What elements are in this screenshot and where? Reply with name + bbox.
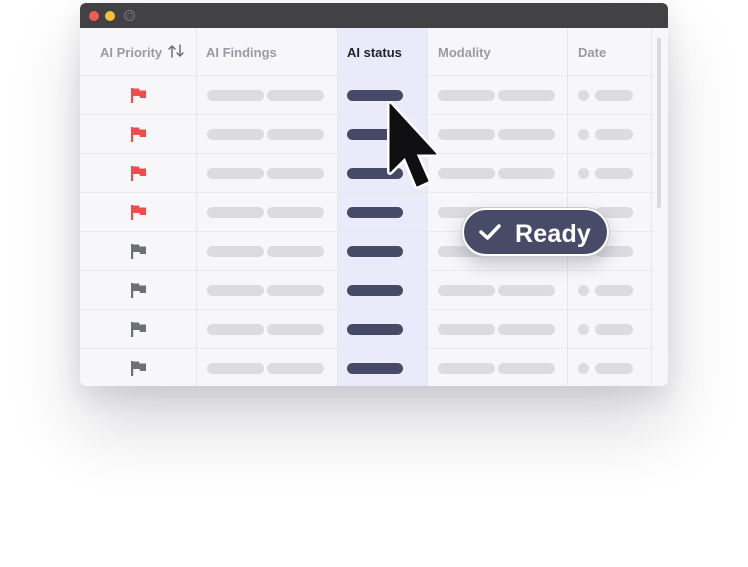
priority-flag-icon [131, 166, 146, 181]
status-badge-ready: Ready [462, 208, 609, 256]
status-badge-label: Ready [515, 220, 592, 248]
check-icon [479, 224, 501, 240]
column-header-date[interactable]: Date [578, 45, 606, 60]
date-placeholder [595, 168, 633, 179]
table-row[interactable] [80, 348, 654, 386]
zoom-window-button[interactable] [124, 10, 135, 21]
findings-placeholder [267, 363, 324, 374]
table-row[interactable] [80, 114, 654, 153]
date-placeholder [595, 90, 633, 101]
date-placeholder-dot [578, 363, 589, 374]
date-placeholder-dot [578, 324, 589, 335]
ai-status-pill [347, 363, 403, 374]
mouse-pointer-icon [387, 101, 438, 189]
minimize-window-button[interactable] [105, 11, 115, 21]
table-row[interactable] [80, 309, 654, 348]
table-row[interactable] [80, 270, 654, 309]
ai-status-pill [347, 207, 403, 218]
date-placeholder-dot [578, 90, 589, 101]
findings-placeholder [207, 285, 264, 296]
findings-placeholder [207, 129, 264, 140]
modality-placeholder [438, 363, 495, 374]
findings-placeholder [207, 363, 264, 374]
priority-flag-icon [131, 283, 146, 298]
priority-flag-icon [131, 361, 146, 376]
date-placeholder [595, 363, 633, 374]
worklist-table: AI Priority AI Findings AI status Modali… [80, 28, 668, 386]
ai-status-pill [347, 285, 403, 296]
table-row[interactable] [80, 153, 654, 192]
date-placeholder-dot [578, 168, 589, 179]
findings-placeholder [207, 246, 264, 257]
sort-icon[interactable] [168, 44, 184, 58]
table-row[interactable] [80, 75, 654, 114]
modality-placeholder [498, 168, 555, 179]
findings-placeholder [267, 168, 324, 179]
findings-placeholder [267, 207, 324, 218]
modality-placeholder [438, 324, 495, 335]
ai-status-pill [347, 246, 403, 257]
modality-placeholder [498, 324, 555, 335]
modality-placeholder [438, 285, 495, 296]
column-header-ai-priority[interactable]: AI Priority [100, 45, 162, 60]
title-bar [80, 3, 668, 28]
close-window-button[interactable] [89, 11, 99, 21]
date-placeholder [595, 285, 633, 296]
modality-placeholder [498, 363, 555, 374]
column-header-ai-findings[interactable]: AI Findings [206, 45, 277, 60]
findings-placeholder [267, 90, 324, 101]
date-placeholder-dot [578, 129, 589, 140]
priority-flag-icon [131, 205, 146, 220]
app-window: AI Priority AI Findings AI status Modali… [80, 3, 668, 386]
priority-flag-icon [131, 244, 146, 259]
modality-placeholder [438, 129, 495, 140]
findings-placeholder [207, 324, 264, 335]
ai-status-pill [347, 324, 403, 335]
column-header-ai-status[interactable]: AI status [347, 45, 402, 60]
date-placeholder-dot [578, 285, 589, 296]
findings-placeholder [267, 285, 324, 296]
modality-placeholder [498, 129, 555, 140]
priority-flag-icon [131, 127, 146, 142]
findings-placeholder [207, 207, 264, 218]
priority-flag-icon [131, 322, 146, 337]
modality-placeholder [438, 168, 495, 179]
findings-placeholder [267, 246, 324, 257]
priority-flag-icon [131, 88, 146, 103]
findings-placeholder [207, 90, 264, 101]
modality-placeholder [498, 285, 555, 296]
date-placeholder [595, 324, 633, 335]
vertical-scrollbar[interactable] [657, 38, 661, 208]
modality-placeholder [498, 90, 555, 101]
findings-placeholder [267, 129, 324, 140]
modality-placeholder [438, 90, 495, 101]
zoom-icon [124, 10, 135, 21]
date-placeholder [595, 129, 633, 140]
findings-placeholder [207, 168, 264, 179]
findings-placeholder [267, 324, 324, 335]
column-header-modality[interactable]: Modality [438, 45, 491, 60]
